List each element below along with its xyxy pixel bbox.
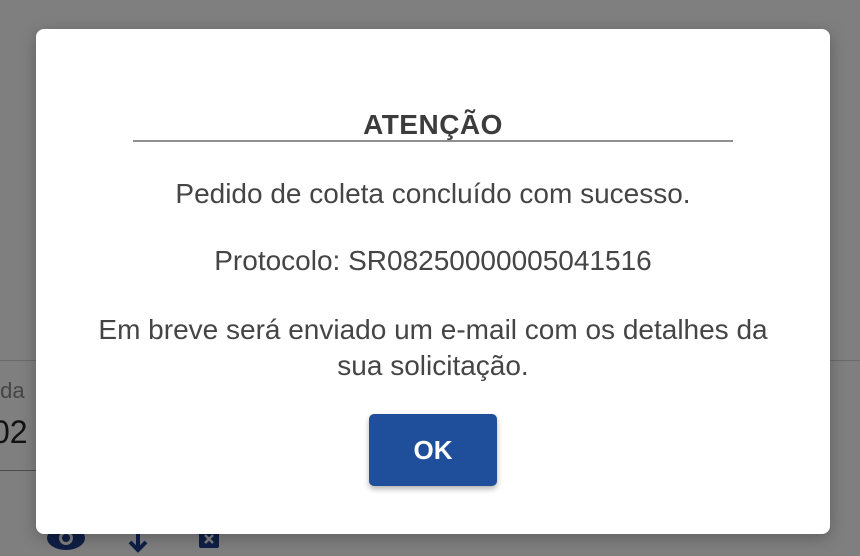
email-notice-message: Em breve será enviado um e-mail com os d… [98, 314, 768, 381]
ok-button[interactable]: OK [369, 414, 497, 486]
alert-dialog: ATENÇÃO Pedido de coleta concluído com s… [36, 29, 830, 534]
protocol-message: Protocolo: SR08250000005041516 [214, 245, 652, 276]
success-message: Pedido de coleta concluído com sucesso. [175, 178, 691, 209]
dialog-divider [133, 140, 733, 142]
page: ída 02 ATENÇÃO Pedido de coleta concluíd… [0, 0, 860, 556]
dialog-title: ATENÇÃO [363, 109, 503, 140]
